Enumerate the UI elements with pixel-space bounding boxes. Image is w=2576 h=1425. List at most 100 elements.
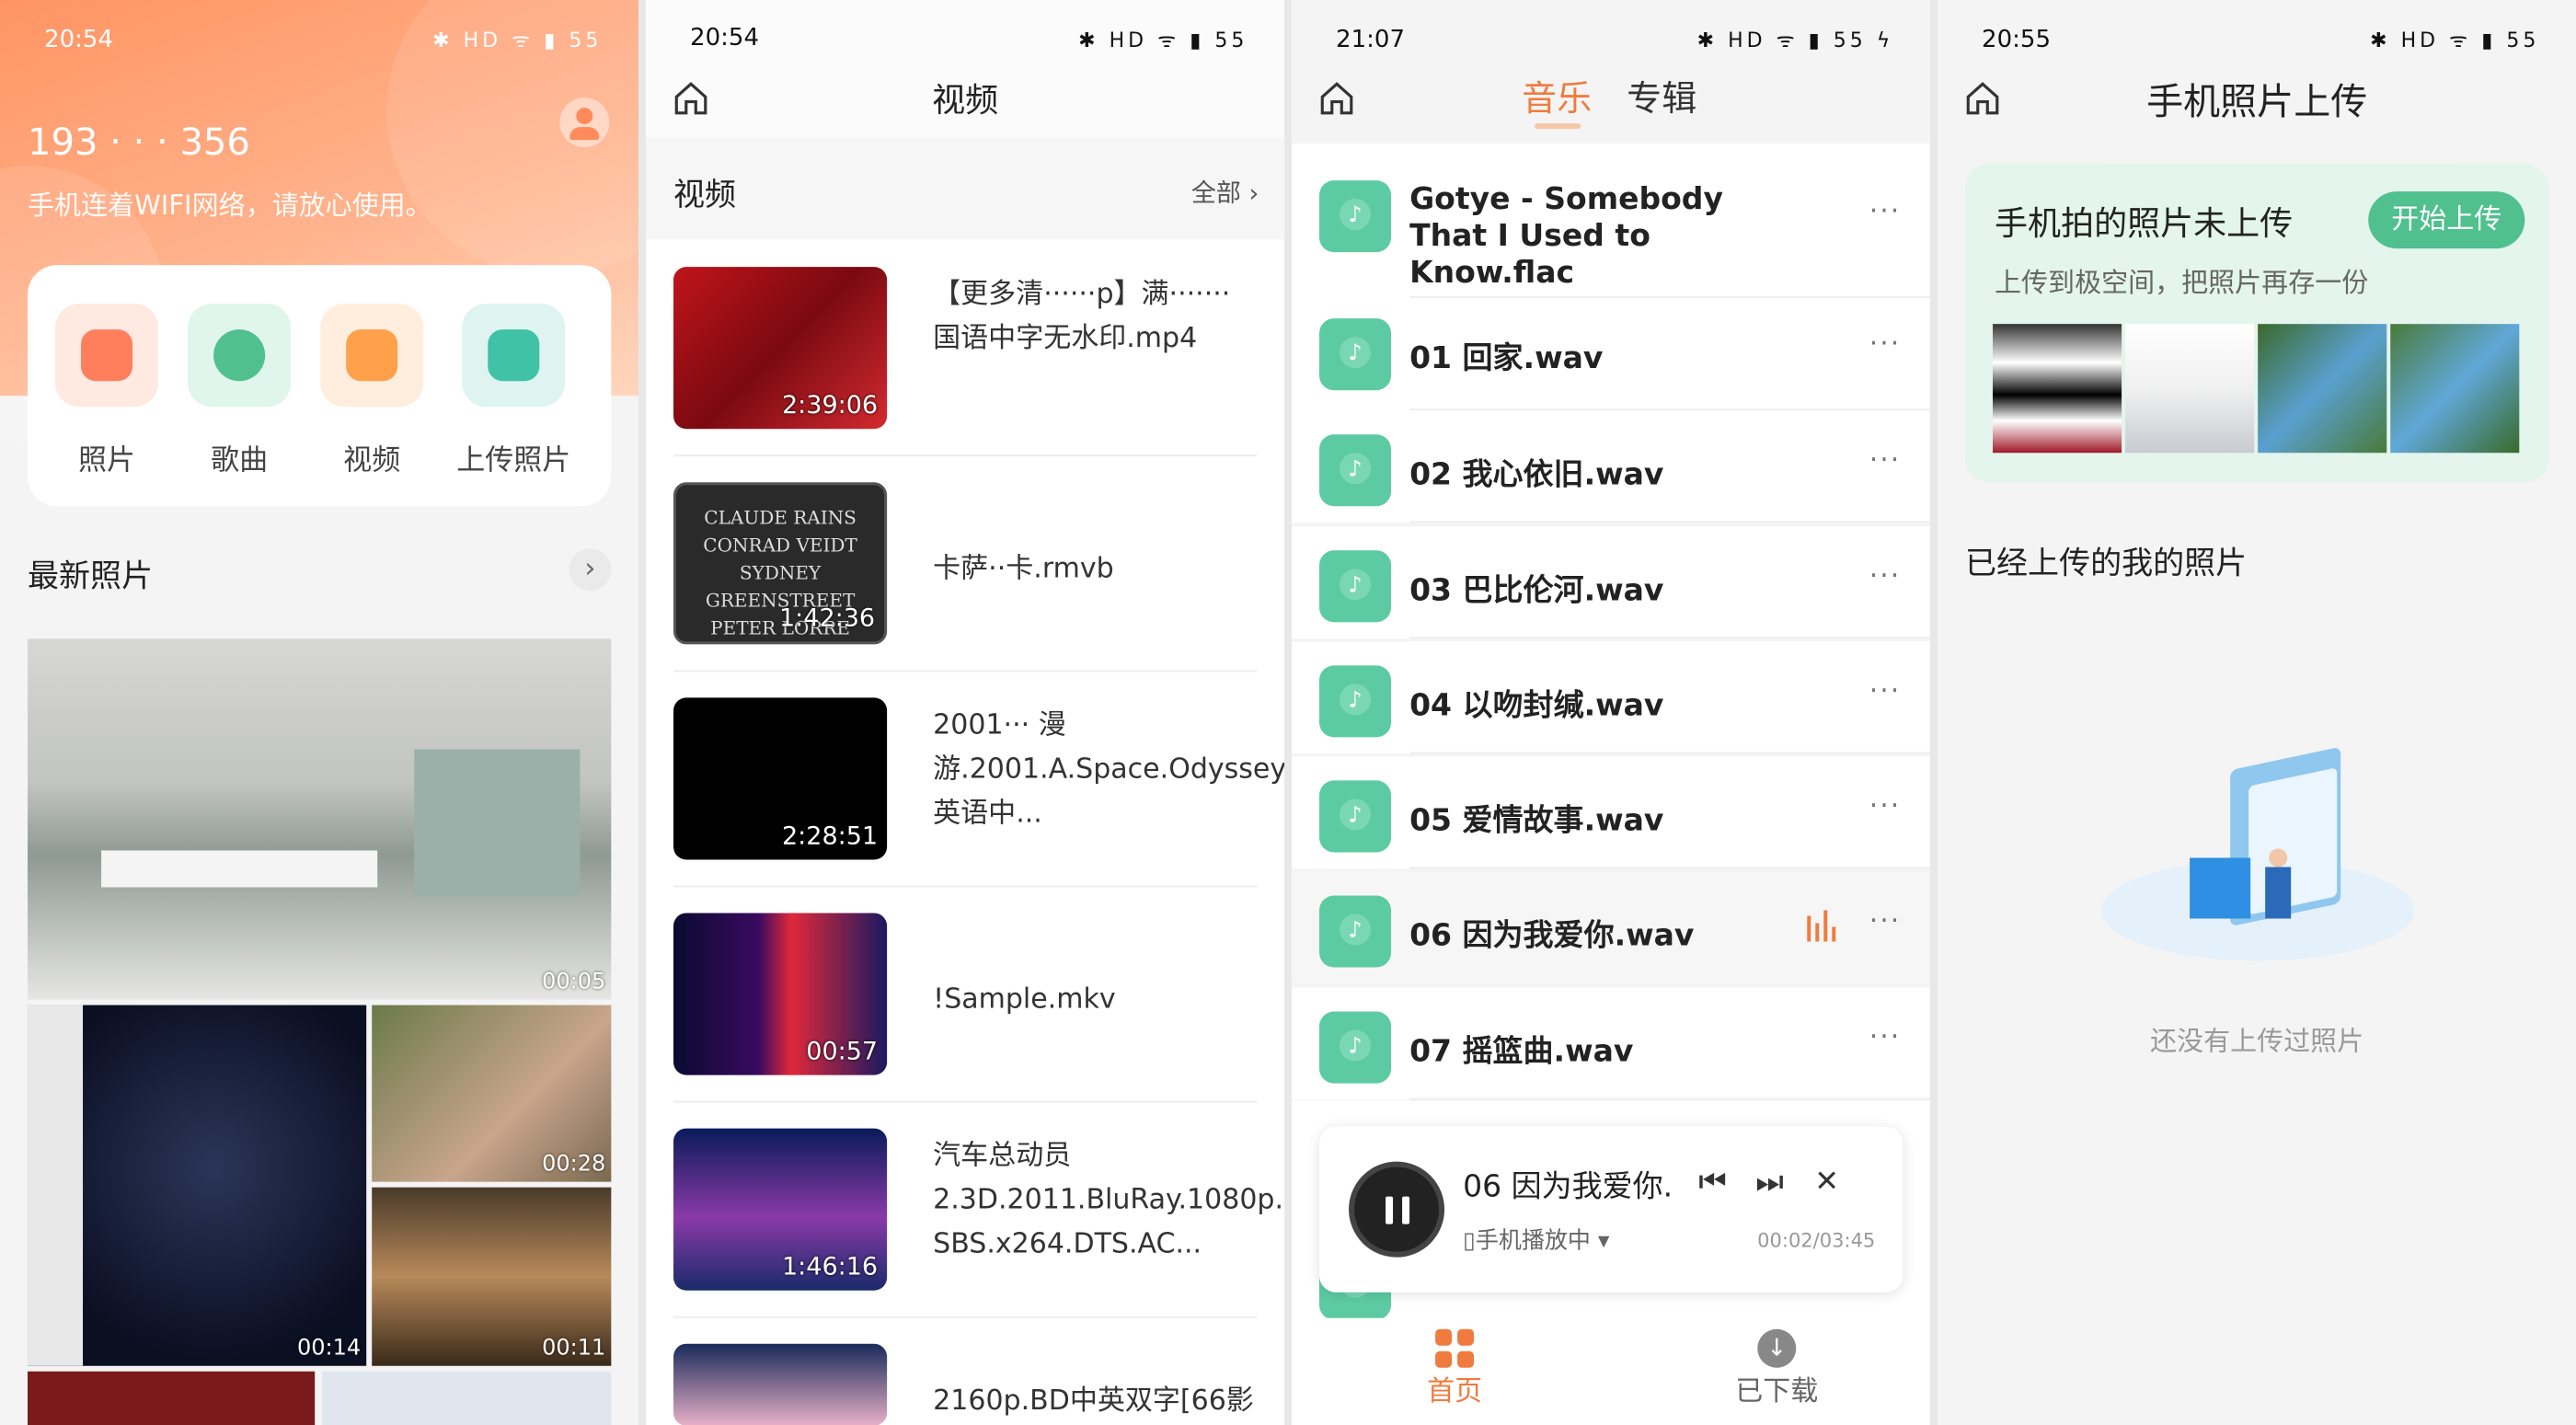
top-bar: 视频 [646, 64, 1284, 139]
list-item[interactable]: ♪ 07 摇篮曲.wav ··· [1292, 987, 1930, 1100]
download-icon: ↓ [1757, 1328, 1797, 1368]
nav-home[interactable]: 首页 [1386, 1328, 1524, 1408]
func-label: 照片 [78, 443, 136, 477]
more-icon[interactable]: ··· [1869, 195, 1902, 227]
page-title: 手机照片上传 [2146, 81, 2368, 124]
func-videos[interactable]: 视频 [307, 304, 436, 477]
tab-music[interactable]: 音乐 [1522, 70, 1592, 130]
status-icons: ✱ HD ᯤ ▮ 55 ϟ [1696, 29, 1894, 53]
photo-thumbnail[interactable]: 00:14 [28, 1005, 367, 1366]
video-thumbnail: 1:46:16 [673, 1128, 888, 1291]
photo-thumbnail[interactable]: 00:05 [28, 638, 612, 1000]
start-upload-button[interactable]: 开始上传 [2368, 191, 2525, 249]
list-item[interactable]: 2:28:51 2001··· 漫游.2001.A.Space.Odyssey.… [673, 684, 1284, 888]
home-icon[interactable] [1317, 79, 1356, 118]
upload-card-subtitle: 上传到极空间，把照片再存一份 [1995, 267, 2369, 299]
list-item[interactable]: ♪ Gotye - Somebody That I Used to Know.f… [1292, 144, 1930, 299]
list-item[interactable]: ♪ 04 以吻封缄.wav ··· [1292, 641, 1930, 754]
playback-time: 00:02/03:45 [1757, 1229, 1876, 1252]
image-icon [55, 304, 159, 408]
tab-album[interactable]: 专辑 [1627, 70, 1696, 121]
playback-device[interactable]: ▯手机播放中 ▾ [1463, 1223, 1609, 1256]
more-icon[interactable]: ··· [1869, 904, 1902, 937]
song-name: 07 摇篮曲.wav [1409, 1032, 1634, 1069]
list-item[interactable]: ♪ 02 我心依旧.wav ··· [1292, 410, 1930, 523]
song-name: 06 因为我爱你.wav [1409, 916, 1695, 953]
nav-downloaded[interactable]: ↓ 已下载 [1708, 1328, 1846, 1408]
next-icon[interactable]: ⏭ [1755, 1164, 1784, 1201]
list-item[interactable]: 2160p.BD中英双字[66影 [673, 1331, 1257, 1425]
music-icon: ♪ [1319, 780, 1392, 853]
photo-duration: 00:05 [542, 968, 606, 994]
list-item-playing[interactable]: ♪ 06 因为我爱你.wav ··· [1292, 871, 1930, 984]
photo-duration: 00:14 [296, 1334, 362, 1361]
video-thumbnail: 2:39:06 [673, 267, 888, 430]
photo-thumbnail[interactable]: 00:11 [372, 1187, 612, 1366]
latest-photos-arrow[interactable]: › [569, 548, 612, 592]
list-item[interactable]: 2:39:06 【更多清······p】满·······国语中字无水印.mp4 [673, 254, 1258, 457]
close-icon[interactable]: ✕ [1814, 1164, 1839, 1199]
more-icon[interactable]: ··· [1869, 789, 1902, 822]
player-song-name: 06 因为我爱你. [1463, 1167, 1673, 1204]
photo-thumbnail[interactable] [28, 1371, 316, 1425]
pause-button[interactable] [1349, 1161, 1445, 1258]
video-duration: 2:28:51 [781, 822, 879, 851]
previous-icon[interactable]: ⏮ [1698, 1164, 1727, 1201]
video-thumbnail: 2:28:51 [673, 697, 888, 860]
photo-thumbnail[interactable]: 00:28 [372, 1005, 612, 1182]
status-bar: 20:55 ✱ HD ᯤ ▮ 55 [1938, 20, 2576, 61]
more-icon[interactable]: ··· [1869, 328, 1902, 360]
music-icon: ♪ [1319, 550, 1392, 623]
list-item[interactable]: ♪ 01 回家.wav ··· [1292, 298, 1930, 411]
music-icon: ♪ [1319, 180, 1392, 253]
func-label: 视频 [343, 443, 401, 477]
upload-card: 手机拍的照片未上传 开始上传 上传到极空间，把照片再存一份 [1965, 164, 2549, 483]
status-time: 21:07 [1336, 26, 1405, 54]
video-name: 汽车总动员2.3D.2011.BluRay.1080p.Half-SBS.x26… [933, 1139, 1284, 1260]
photo-thumbnail[interactable] [2258, 324, 2387, 454]
phone-number: 193 ‧ ‧ ‧ 356 [28, 121, 250, 165]
video-name: 【更多清······p】满·······国语中字无水印.mp4 [933, 278, 1231, 355]
list-item[interactable]: ♪ 03 巴比伦河.wav ··· [1292, 526, 1930, 639]
func-label: 歌曲 [211, 443, 269, 477]
music-icon: ♪ [1319, 434, 1392, 507]
view-all-link[interactable]: 全部 › [1191, 173, 1259, 209]
video-name: !Sample.mkv [933, 983, 1116, 1016]
more-icon[interactable]: ··· [1869, 1021, 1902, 1053]
list-item[interactable]: 1:46:16 汽车总动员2.3D.2011.BluRay.1080p.Half… [673, 1116, 1284, 1318]
status-icons: ✱ HD ᯤ ▮ 55 [432, 29, 603, 53]
page-title: 视频 [932, 82, 999, 121]
photo-thumbnail[interactable] [1993, 324, 2122, 454]
photo-thumbnail[interactable] [2390, 324, 2520, 454]
music-icon: ♪ [1319, 318, 1392, 391]
function-card: 照片 歌曲 视频 上传照片 [28, 265, 612, 507]
list-item[interactable]: ♪ 05 爱情故事.wav ··· [1292, 756, 1930, 869]
list-item[interactable]: CLAUDE RAINS CONRAD VEIDT SYDNEY GREENST… [673, 469, 1258, 672]
video-name: 卡萨··卡.rmvb [933, 552, 1114, 585]
empty-state-text: 还没有上传过照片 [2150, 1025, 2364, 1057]
more-icon[interactable]: ··· [1869, 443, 1902, 476]
video-duration: 00:57 [806, 1037, 879, 1066]
equalizer-icon [1807, 910, 1838, 942]
screen-home: 20:54 ✱ HD ᯤ ▮ 55 193 ‧ ‧ ‧ 356 手机连着WIFI… [0, 0, 638, 1425]
screen-upload: 20:55 ✱ HD ᯤ ▮ 55 手机照片上传 手机拍的照片未上传 开始上传 … [1938, 0, 2576, 1425]
func-photos[interactable]: 照片 [42, 304, 171, 477]
mini-player[interactable]: 06 因为我爱你. ⏮ ⏭ ✕ ▯手机播放中 ▾ 00:02/03:45 [1319, 1126, 1903, 1293]
photo-thumbnail[interactable] [322, 1371, 612, 1425]
status-bar: 21:07 ✱ HD ᯤ ▮ 55 ϟ [1292, 20, 1930, 61]
video-duration: 2:39:06 [781, 391, 879, 420]
status-icons: ✱ HD ᯤ ▮ 55 [2370, 29, 2540, 53]
status-time: 20:54 [44, 26, 113, 54]
avatar[interactable] [559, 98, 610, 148]
more-icon[interactable]: ··· [1869, 559, 1902, 592]
uploaded-photos-title: 已经上传的我的照片 [1965, 545, 2248, 582]
photo-thumbnail[interactable] [2125, 324, 2255, 454]
song-name: 04 以吻封缄.wav [1409, 686, 1664, 723]
section-header: 视频 全部 › [646, 138, 1284, 240]
video-thumbnail: CLAUDE RAINS CONRAD VEIDT SYDNEY GREENST… [673, 482, 888, 645]
func-upload[interactable]: 上传照片 [449, 304, 578, 477]
list-item[interactable]: 00:57 !Sample.mkv [673, 900, 1258, 1103]
more-icon[interactable]: ··· [1869, 674, 1902, 707]
screen-videos: 20:54 ✱ HD ᯤ ▮ 55 视频 视频 全部 › 2:39:06 【更多… [646, 0, 1284, 1425]
func-songs[interactable]: 歌曲 [175, 304, 304, 477]
